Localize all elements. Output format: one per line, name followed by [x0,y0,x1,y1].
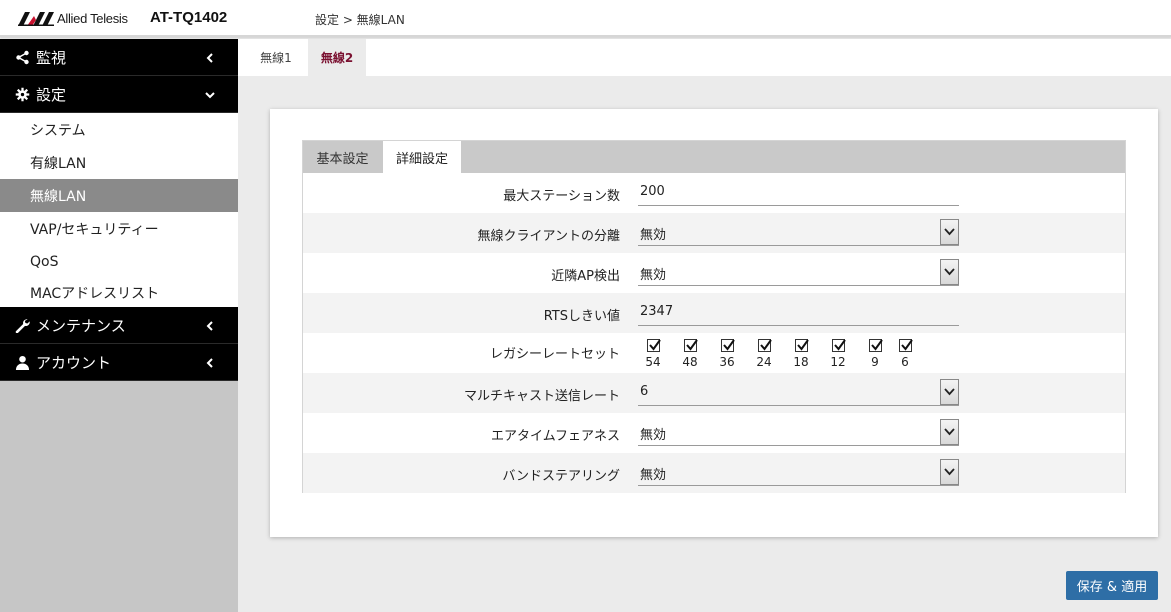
tab-advanced-settings[interactable]: 詳細設定 [383,141,461,173]
chevron-down-icon[interactable] [940,219,959,245]
advanced-settings-form: 基本設定 詳細設定 最大ステーション数 200 無線クライアントの分離 無効 近… [302,140,1126,493]
rate-item: 24 [749,337,779,373]
client-isolation-value: 無効 [640,228,667,243]
client-isolation-label: 無線クライアントの分離 [477,229,620,244]
row-neighbor-ap: 近隣AP検出 無効 [303,253,1125,293]
chevron-left-icon [206,321,213,331]
nav-maintenance[interactable]: メンテナンス [0,307,238,344]
brand-logo: Allied Telesis [18,11,128,26]
rate-checkbox[interactable] [899,339,913,352]
rate-checkbox[interactable] [647,339,661,352]
rate-label: 12 [830,355,846,369]
airtime-fairness-select[interactable]: 無効 [638,419,959,446]
chevron-down-icon [205,92,215,99]
neighbor-ap-value: 無効 [640,268,667,283]
rate-checkbox[interactable] [758,339,772,352]
nav-account-label: アカウント [36,353,112,372]
breadcrumb: 設定 > 無線LAN [315,13,405,27]
chevron-down-icon[interactable] [940,419,959,445]
gear-icon [14,86,30,102]
row-airtime-fairness: エアタイムフェアネス 無効 [303,413,1125,453]
tab-basic-settings[interactable]: 基本設定 [303,141,382,173]
max-stations-input[interactable]: 200 [638,179,959,206]
share-icon [14,49,30,65]
rate-label: 24 [756,355,772,369]
row-rts-threshold: RTSしきい値 2347 [303,293,1125,333]
legacy-rates-group: 54 48 36 24 18 12 9 6 [638,337,938,373]
device-model: AT-TQ1402 [150,9,228,26]
sidebar-item-wired-lan[interactable]: 有線LAN [0,146,238,179]
row-client-isolation: 無線クライアントの分離 無効 [303,213,1125,253]
user-icon [14,354,30,370]
row-multicast-rate: マルチキャスト送信レート 6 [303,373,1125,413]
settings-card: 基本設定 詳細設定 最大ステーション数 200 無線クライアントの分離 無効 近… [270,109,1158,537]
airtime-fairness-value: 無効 [640,428,667,443]
rts-threshold-label: RTSしきい値 [543,309,620,324]
row-legacy-rates: レガシーレートセット 54 48 36 24 18 12 9 6 [303,333,1125,373]
rate-checkbox[interactable] [869,339,883,352]
max-stations-label: 最大ステーション数 [503,189,620,204]
settings-submenu: システム 有線LAN 無線LAN VAP/セキュリティー QoS MACアドレス… [0,113,238,307]
rts-threshold-input[interactable]: 2347 [638,299,959,326]
rate-label: 18 [793,355,809,369]
brand-name: Allied Telesis [57,11,128,26]
rate-item: 6 [890,337,920,373]
chevron-down-icon[interactable] [940,459,959,485]
rate-label: 36 [719,355,735,369]
chevron-left-icon [206,358,213,368]
legacy-rates-label: レガシーレートセット [489,347,620,362]
nav-account[interactable]: アカウント [0,344,238,381]
rate-label: 54 [645,355,661,369]
client-isolation-select[interactable]: 無効 [638,219,959,246]
nav-settings-label: 設定 [36,85,67,104]
nav-monitor-label: 監視 [36,48,67,67]
save-apply-button[interactable]: 保存 & 適用 [1066,571,1158,600]
rate-label: 6 [901,355,909,369]
rate-checkbox[interactable] [684,339,698,352]
airtime-fairness-label: エアタイムフェアネス [491,429,620,444]
rts-threshold-value: 2347 [640,304,674,319]
chevron-down-icon[interactable] [940,259,959,285]
sidebar-item-wireless-lan[interactable]: 無線LAN [0,179,238,212]
rate-item: 12 [823,337,853,373]
sidebar-item-system[interactable]: システム [0,113,238,146]
row-max-stations: 最大ステーション数 200 [303,173,1125,213]
sidebar-item-mac-list[interactable]: MACアドレスリスト [0,278,238,307]
form-tab-bar: 基本設定 詳細設定 [303,141,1125,173]
sidebar: 監視 設定 システム 有線LAN 無線LAN VAP/セキュリティー QoS M… [0,39,238,612]
nav-settings[interactable]: 設定 [0,76,238,113]
wrench-icon [14,317,30,333]
rate-checkbox[interactable] [832,339,846,352]
radio-tab-bar: 無線1 無線2 [238,39,1171,76]
app-header: Allied Telesis AT-TQ1402 設定 > 無線LAN [0,0,1171,37]
chevron-left-icon [206,53,213,63]
multicast-rate-label: マルチキャスト送信レート [463,389,620,404]
rate-checkbox[interactable] [721,339,735,352]
tab-radio-2[interactable]: 無線2 [308,39,366,76]
chevron-down-icon[interactable] [940,379,959,405]
band-steering-label: バンドステアリング [502,469,620,484]
rate-item: 54 [638,337,668,373]
nav-monitor[interactable]: 監視 [0,39,238,76]
row-band-steering: バンドステアリング 無効 [303,453,1125,493]
sidebar-item-vap-security[interactable]: VAP/セキュリティー [0,212,238,245]
band-steering-select[interactable]: 無効 [638,459,959,486]
rate-label: 9 [871,355,879,369]
rate-item: 48 [675,337,705,373]
multicast-rate-value: 6 [640,384,649,399]
rate-item: 36 [712,337,742,373]
allied-telesis-logo-icon [18,11,54,26]
rate-checkbox[interactable] [795,339,809,352]
multicast-rate-select[interactable]: 6 [638,379,959,406]
neighbor-ap-select[interactable]: 無効 [638,259,959,286]
rate-item: 9 [860,337,890,373]
band-steering-value: 無効 [640,468,667,483]
neighbor-ap-label: 近隣AP検出 [551,269,620,284]
rate-label: 48 [682,355,698,369]
nav-maintenance-label: メンテナンス [36,316,126,335]
rate-item: 18 [786,337,816,373]
sidebar-item-qos[interactable]: QoS [0,245,238,278]
tab-radio-1[interactable]: 無線1 [246,39,306,76]
max-stations-value: 200 [640,184,665,199]
